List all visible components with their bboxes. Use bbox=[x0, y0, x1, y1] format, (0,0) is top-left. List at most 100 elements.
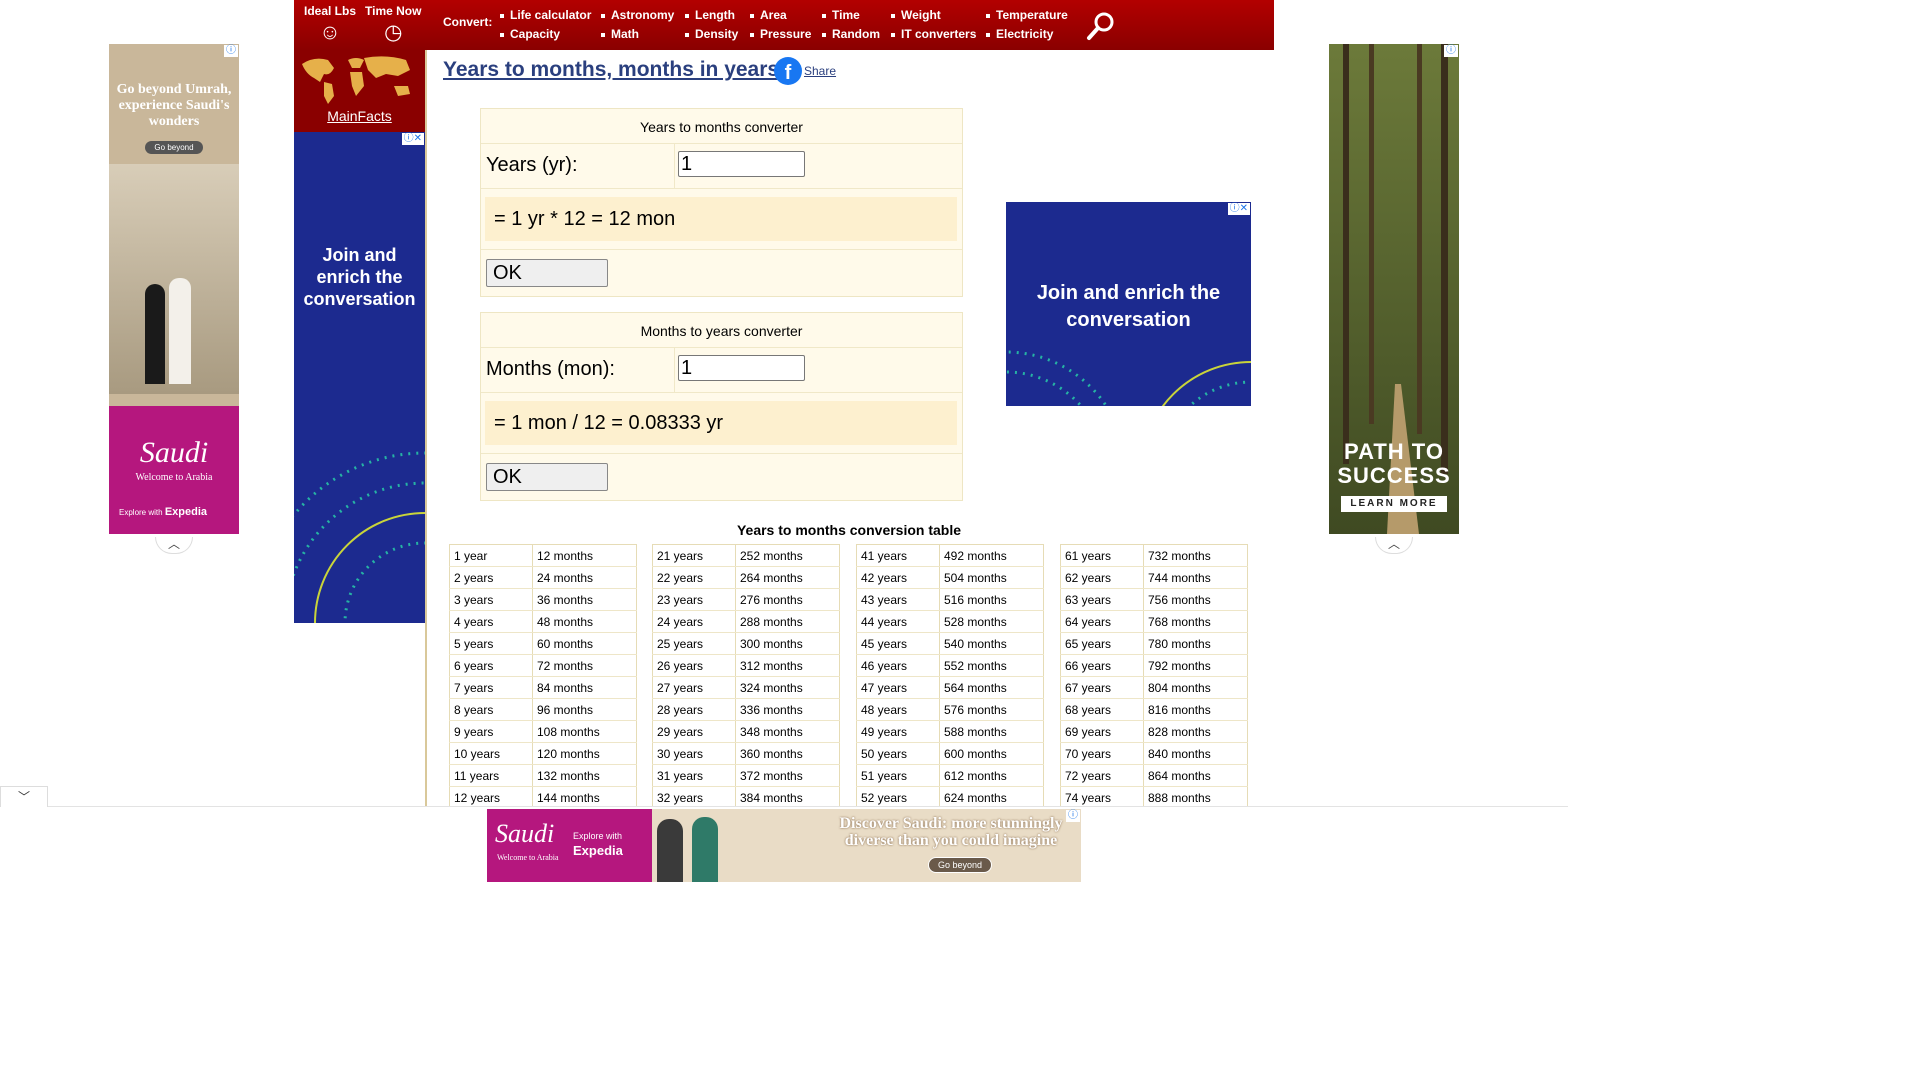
table-row: 47 years 564 months bbox=[856, 676, 1044, 699]
bottom-ad-collapse-button[interactable]: ﹀ bbox=[0, 786, 48, 807]
table-cell-years: 3 years bbox=[449, 588, 533, 611]
conversion-table-col-2: 21 years 252 months 22 years 264 months 23… bbox=[652, 544, 840, 809]
table-cell-years: 9 years bbox=[449, 720, 533, 743]
nav-link-weight[interactable]: Weight bbox=[891, 8, 941, 22]
nav-link-electricity[interactable]: Electricity bbox=[986, 27, 1053, 41]
table-cell-months: 108 months bbox=[532, 720, 637, 743]
divider bbox=[481, 249, 962, 250]
table-cell-months: 744 months bbox=[1143, 566, 1248, 589]
nav-link-pressure[interactable]: Pressure bbox=[750, 27, 811, 41]
months-input-label: Months (mon): bbox=[486, 358, 615, 380]
nav-link-length[interactable]: Length bbox=[685, 8, 735, 22]
bottom-ad-cta[interactable]: Go beyond bbox=[928, 857, 992, 873]
nav-link-temperature[interactable]: Temperature bbox=[986, 8, 1068, 22]
divider bbox=[674, 144, 675, 188]
table-cell-years: 68 years bbox=[1060, 698, 1144, 721]
table-cell-years: 26 years bbox=[652, 654, 736, 677]
years-ok-button[interactable]: OK bbox=[486, 259, 608, 287]
table-cell-years: 48 years bbox=[856, 698, 940, 721]
ad-close-icon[interactable]: ⓘ bbox=[224, 45, 238, 57]
table-row: 28 years 336 months bbox=[652, 698, 840, 721]
convert-label-text: Convert bbox=[443, 15, 489, 29]
ad-close-icon[interactable]: ⓘ bbox=[1066, 810, 1080, 822]
table-cell-months: 528 months bbox=[939, 610, 1044, 633]
nav-link-label: Time bbox=[832, 8, 860, 22]
table-row: 9 years 108 months bbox=[449, 720, 637, 743]
search-icon[interactable] bbox=[1085, 10, 1117, 42]
table-row: 45 years 540 months bbox=[856, 632, 1044, 655]
table-cell-years: 43 years bbox=[856, 588, 940, 611]
ad-info-icon[interactable]: ⓘ bbox=[1446, 45, 1456, 56]
table-cell-months: 768 months bbox=[1143, 610, 1248, 633]
sidebar-ad[interactable]: ⓘ✕ Join and enrich the conversation bbox=[294, 132, 425, 623]
table-cell-years: 64 years bbox=[1060, 610, 1144, 633]
smiley-icon: ☺ bbox=[319, 21, 341, 44]
bottom-banner-ad[interactable]: Saudi Welcome to Arabia Explore with Exp… bbox=[487, 809, 1081, 882]
table-cell-months: 120 months bbox=[532, 742, 637, 765]
nav-link-capacity[interactable]: Capacity bbox=[500, 27, 560, 41]
ad-close-icon[interactable]: ⓘ bbox=[1444, 45, 1458, 57]
nav-link-it-converters[interactable]: IT converters bbox=[891, 27, 976, 41]
table-cell-years: 65 years bbox=[1060, 632, 1144, 655]
saudi-logo: Saudi bbox=[495, 819, 555, 848]
ad-close-glyph[interactable]: ✕ bbox=[414, 133, 422, 144]
facebook-icon[interactable]: f bbox=[774, 57, 802, 85]
table-row: 68 years 816 months bbox=[1060, 698, 1248, 721]
sidebar-ad-headline: Join and enrich the conversation bbox=[303, 245, 416, 309]
right-ad-cta[interactable]: LEARN MORE bbox=[1341, 496, 1447, 512]
ad-info-icon[interactable]: ⓘ bbox=[1230, 203, 1240, 214]
nav-link-density[interactable]: Density bbox=[685, 27, 738, 41]
months-ok-button[interactable]: OK bbox=[486, 463, 608, 491]
table-cell-years: 29 years bbox=[652, 720, 736, 743]
nav-link-area[interactable]: Area bbox=[750, 8, 787, 22]
table-row: 6 years 72 months bbox=[449, 654, 637, 677]
table-row: 66 years 792 months bbox=[1060, 654, 1248, 677]
ad-info-icon[interactable]: ⓘ bbox=[1068, 810, 1078, 821]
table-cell-months: 264 months bbox=[735, 566, 840, 589]
bottom-ad-headline: Discover Saudi: more stunningly diverse … bbox=[839, 815, 1063, 849]
nav-link-label: Pressure bbox=[760, 27, 812, 41]
sidebar-mainfacts-link[interactable]: MainFacts bbox=[294, 108, 425, 124]
table-cell-years: 47 years bbox=[856, 676, 940, 699]
mid-ad-headline: Join and enrich the conversation bbox=[1036, 282, 1221, 331]
nav-link-life-calculator[interactable]: Life calculator bbox=[500, 8, 591, 22]
nav-time-now[interactable]: Time Now ◷ bbox=[365, 4, 421, 44]
nav-link-astronomy[interactable]: Astronomy bbox=[601, 8, 674, 22]
right-ad-collapse-button[interactable]: ︿ bbox=[1375, 537, 1413, 554]
table-cell-years: 1 year bbox=[449, 544, 533, 567]
left-ad-cta[interactable]: Go beyond bbox=[145, 141, 203, 154]
nav-link-random[interactable]: Random bbox=[822, 27, 880, 41]
mid-ad[interactable]: ⓘ✕ Join and enrich the conversation bbox=[1006, 202, 1251, 406]
table-cell-months: 540 months bbox=[939, 632, 1044, 655]
table-cell-years: 70 years bbox=[1060, 742, 1144, 765]
ad-info-icon[interactable]: ⓘ bbox=[226, 45, 236, 56]
ad-close-icon[interactable]: ⓘ✕ bbox=[1227, 203, 1250, 215]
table-row: 21 years 252 months bbox=[652, 544, 840, 567]
bottom-ad-brand-panel: Saudi Welcome to Arabia Explore with Exp… bbox=[487, 809, 652, 882]
years-input[interactable] bbox=[678, 151, 805, 177]
nav-link-math[interactable]: Math bbox=[601, 27, 639, 41]
nav-ideal-lbs[interactable]: Ideal Lbs ☺ bbox=[304, 4, 356, 44]
left-skyscraper-ad[interactable]: ⓘ Go beyond Umrah, experience Saudi's wo… bbox=[109, 44, 239, 534]
table-row: 67 years 804 months bbox=[1060, 676, 1248, 699]
ad-close-glyph[interactable]: ✕ bbox=[1240, 203, 1248, 214]
table-cell-months: 360 months bbox=[735, 742, 840, 765]
world-map-icon[interactable] bbox=[294, 52, 425, 108]
table-cell-months: 864 months bbox=[1143, 764, 1248, 787]
divider bbox=[481, 347, 962, 348]
bullet-icon bbox=[822, 13, 826, 18]
ad-close-icon[interactable]: ⓘ✕ bbox=[401, 133, 424, 145]
ad-info-icon[interactable]: ⓘ bbox=[404, 133, 414, 144]
table-cell-years: 46 years bbox=[856, 654, 940, 677]
sidebar-ad-pattern bbox=[294, 451, 425, 623]
page-title[interactable]: Years to months, months in years bbox=[443, 58, 779, 82]
months-input[interactable] bbox=[678, 355, 805, 381]
left-ad-collapse-button[interactable]: ︿ bbox=[155, 537, 193, 554]
nav-link-label: Astronomy bbox=[611, 8, 675, 22]
share-link[interactable]: Share bbox=[804, 64, 836, 78]
bullet-icon bbox=[986, 13, 990, 18]
table-row: 61 years 732 months bbox=[1060, 544, 1248, 567]
right-skyscraper-ad[interactable]: ⓘ PATH TO SUCCESS LEARN MORE bbox=[1329, 44, 1459, 534]
table-row: 2 years 24 months bbox=[449, 566, 637, 589]
nav-link-time[interactable]: Time bbox=[822, 8, 860, 22]
